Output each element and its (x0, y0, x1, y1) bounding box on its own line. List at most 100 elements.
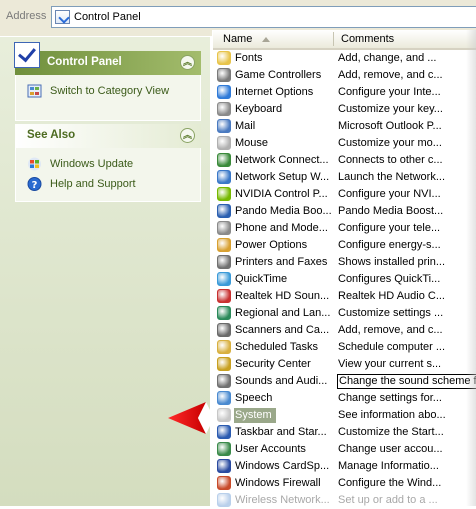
item-name: Mouse (235, 137, 269, 149)
column-divider[interactable] (333, 32, 334, 46)
collapse-icon[interactable]: ︽ (180, 128, 195, 143)
control-panel-icon (14, 42, 40, 68)
control-panel-item-icon (217, 459, 231, 473)
windows-logo-icon (28, 157, 41, 171)
item-name: Game Controllers (235, 69, 322, 81)
control-panel-item-icon (217, 476, 231, 490)
control-panel-item-icon (217, 289, 231, 303)
item-name: Sounds and Audi... (235, 375, 328, 387)
control-panel-item-icon (217, 85, 231, 99)
item-name: Taskbar and Star... (235, 426, 327, 438)
help-icon: ? (27, 177, 42, 191)
control-panel-item-icon (217, 442, 231, 456)
control-panel-item-icon (217, 136, 231, 150)
control-panel-box: Control Panel ︽ Switch to Category View (14, 42, 201, 121)
control-panel-title: Control Panel (47, 56, 122, 68)
item-comment: Configure the Wind... (338, 477, 442, 489)
list-item[interactable]: User Accounts Change user accou... (213, 441, 476, 458)
list-item[interactable]: System See information abo... (213, 407, 476, 424)
item-comment: View your current s... (338, 358, 442, 370)
name-column-header[interactable]: Name (223, 33, 252, 45)
see-also-header[interactable]: See Also ︽ (15, 124, 201, 148)
item-name: Scanners and Ca... (235, 324, 330, 336)
control-panel-item-icon (217, 408, 231, 422)
control-panel-item-icon (217, 187, 231, 201)
list-item[interactable]: Mouse Customize your mo... (213, 135, 476, 152)
item-comment: Change the sound scheme f (337, 374, 476, 389)
list-item[interactable]: Network Connect... Connects to other c... (213, 152, 476, 169)
item-name: Network Setup W... (235, 171, 330, 183)
address-field[interactable]: Control Panel (51, 6, 476, 28)
list-item[interactable]: Taskbar and Star... Customize the Start..… (213, 424, 476, 441)
item-name: Network Connect... (235, 154, 329, 166)
item-comment: Customize your mo... (338, 137, 442, 149)
item-name: Regional and Lan... (235, 307, 331, 319)
item-name: QuickTime (235, 273, 288, 285)
pointer-arrow-icon (168, 402, 214, 434)
list-item[interactable]: Realtek HD Soun... Realtek HD Audio C... (213, 288, 476, 305)
list-item[interactable]: Sounds and Audi... Change the sound schem… (213, 373, 476, 390)
list-item[interactable]: Mail Microsoft Outlook P... (213, 118, 476, 135)
list-item[interactable]: Fonts Add, change, and ... (213, 50, 476, 67)
help-support-link[interactable]: ? Help and Support (15, 174, 201, 194)
list-item[interactable]: Printers and Faxes Shows installed prin..… (213, 254, 476, 271)
item-comment: Add, remove, and c... (338, 324, 443, 336)
switch-category-view-link[interactable]: Switch to Category View (15, 81, 201, 101)
windows-update-link[interactable]: Windows Update (15, 154, 201, 174)
control-panel-item-icon (217, 323, 231, 337)
list-item[interactable]: Scheduled Tasks Schedule computer ... (213, 339, 476, 356)
item-name: Security Center (235, 358, 311, 370)
list-item[interactable]: Internet Options Configure your Inte... (213, 84, 476, 101)
control-panel-header[interactable]: Control Panel ︽ (14, 42, 201, 75)
item-comment: See information abo... (338, 409, 446, 421)
item-comment: Configure your NVI... (338, 188, 441, 200)
list-item[interactable]: Game Controllers Add, remove, and c... (213, 67, 476, 84)
comments-column-header[interactable]: Comments (341, 33, 394, 45)
list-item[interactable]: Windows CardSp... Manage Informatio... (213, 458, 476, 475)
list-item[interactable]: QuickTime Configures QuickTi... (213, 271, 476, 288)
item-name: Speech (235, 392, 273, 404)
control-panel-item-icon (217, 119, 231, 133)
list-item[interactable]: Wireless Network... Set up or add to a ..… (213, 492, 476, 509)
collapse-icon[interactable]: ︽ (180, 55, 195, 70)
item-comment: Microsoft Outlook P... (338, 120, 442, 132)
address-path: Control Panel (74, 11, 141, 23)
item-comment: Schedule computer ... (338, 341, 446, 353)
list-item[interactable]: Network Setup W... Launch the Network... (213, 169, 476, 186)
list-item[interactable]: Windows Firewall Configure the Wind... (213, 475, 476, 492)
item-comment: Change user accou... (338, 443, 443, 455)
item-name: System (234, 408, 276, 423)
control-panel-item-icon (217, 374, 231, 388)
item-comment: Change settings for... (338, 392, 442, 404)
item-comment: Pando Media Boost... (338, 205, 444, 217)
list-item[interactable]: Pando Media Boo... Pando Media Boost... (213, 203, 476, 220)
list-item[interactable]: Security Center View your current s... (213, 356, 476, 373)
item-comment: Connects to other c... (338, 154, 443, 166)
item-comment: Configure your tele... (338, 222, 441, 234)
list-item[interactable]: Scanners and Ca... Add, remove, and c... (213, 322, 476, 339)
list-item[interactable]: Power Options Configure energy-s... (213, 237, 476, 254)
list-item[interactable]: Speech Change settings for... (213, 390, 476, 407)
item-name: Mail (235, 120, 256, 132)
control-panel-item-icon (217, 51, 231, 65)
see-also-title: See Also (27, 129, 76, 141)
control-panel-item-icon (217, 357, 231, 371)
help-support-label: Help and Support (50, 178, 136, 190)
control-panel-item-icon (217, 493, 231, 507)
list-item[interactable]: Phone and Mode... Configure your tele... (213, 220, 476, 237)
control-panel-item-icon (217, 272, 231, 286)
item-name: User Accounts (235, 443, 306, 455)
control-panel-item-icon (217, 68, 231, 82)
item-comment: Realtek HD Audio C... (338, 290, 445, 302)
sort-ascending-icon (262, 37, 270, 42)
list-item[interactable]: NVIDIA Control P... Configure your NVI... (213, 186, 476, 203)
list-item[interactable]: Regional and Lan... Customize settings ..… (213, 305, 476, 322)
control-panel-item-icon (217, 153, 231, 167)
item-name: Power Options (235, 239, 308, 251)
item-comment: Customize your key... (338, 103, 443, 115)
item-name: Phone and Mode... (235, 222, 328, 234)
item-comment: Shows installed prin... (338, 256, 445, 268)
list-item[interactable]: Keyboard Customize your key... (213, 101, 476, 118)
item-name: Windows Firewall (235, 477, 321, 489)
svg-text:?: ? (32, 180, 38, 191)
